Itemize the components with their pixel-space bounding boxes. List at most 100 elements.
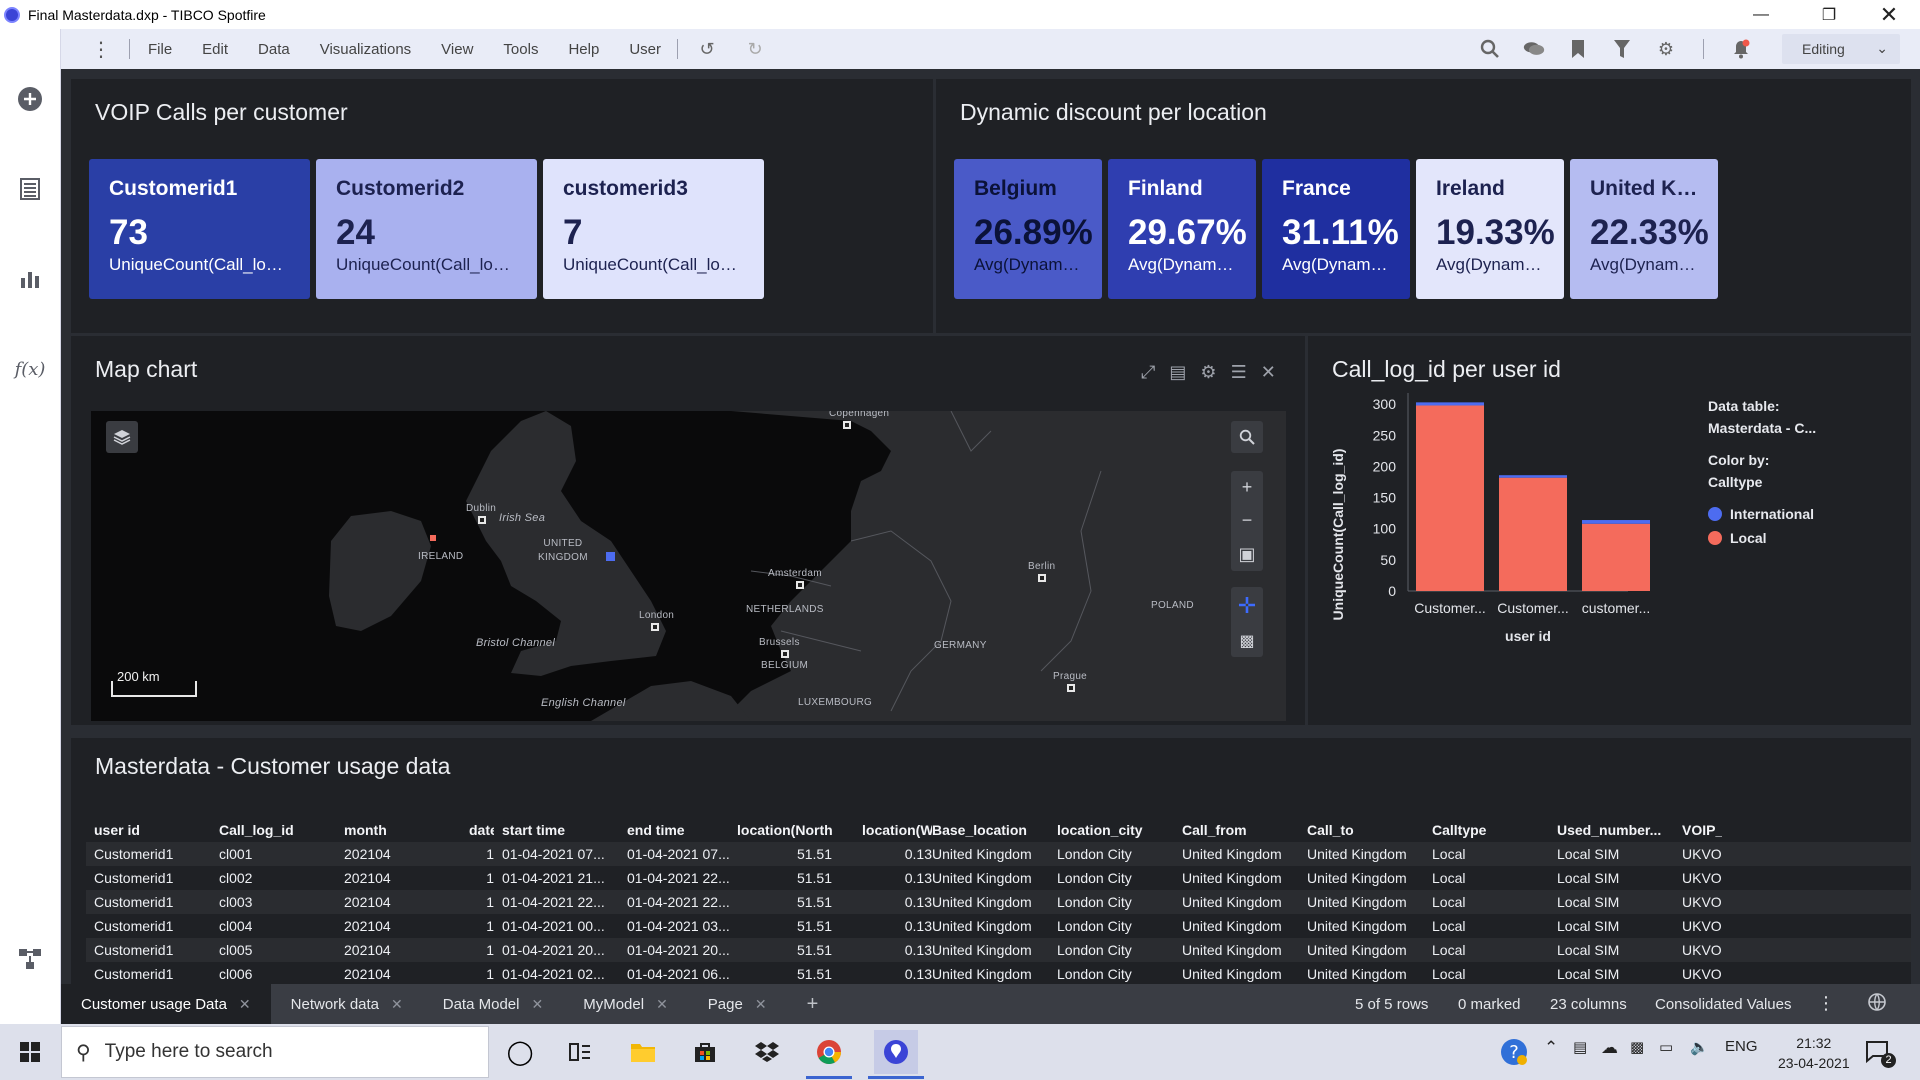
menu-user[interactable]: User [629, 41, 661, 58]
column-header[interactable]: Calltype [1432, 822, 1552, 838]
close-tab-icon[interactable]: ✕ [391, 996, 403, 1013]
menu-visualizations[interactable]: Visualizations [320, 41, 411, 58]
taskbar-search-box[interactable]: ⚲ Type here to search [61, 1026, 489, 1078]
table-header-row[interactable]: user id Call_log_id month date start time end… [86, 818, 1911, 842]
table-row[interactable]: Customerid1 cl005 202104 1 01-04-2021 20... 0… [86, 938, 1911, 962]
menu-view[interactable]: View [441, 41, 473, 58]
legend-list-icon[interactable]: ☰ [1231, 362, 1247, 383]
clock[interactable]: 21:32 23-04-2021 [1778, 1033, 1850, 1073]
device-icon[interactable]: ▤ [1573, 1038, 1587, 1056]
cortana-icon[interactable]: ◯ [504, 1036, 536, 1068]
redo-icon[interactable]: ↻ [744, 38, 766, 60]
add-data-icon[interactable] [16, 85, 44, 113]
spotfire-taskbar-icon[interactable] [874, 1030, 918, 1074]
map-canvas[interactable]: + − ▣ ✛ ▩ Copenhagen Dublin Irish Sea IR… [91, 411, 1286, 721]
table-row[interactable]: Customerid1 cl006 202104 1 01-04-2021 02... 0… [86, 962, 1911, 984]
windows-start-icon[interactable] [14, 1036, 46, 1068]
column-header[interactable]: location_city [1057, 822, 1177, 838]
menu-help[interactable]: Help [568, 41, 599, 58]
page-tab[interactable]: MyModel ✕ [563, 984, 688, 1024]
column-header[interactable]: location(West) [862, 822, 932, 838]
table-row[interactable]: Customerid1 cl001 202104 1 01-04-2021 07... 0… [86, 842, 1911, 866]
task-view-icon[interactable] [564, 1036, 596, 1068]
globe-icon[interactable] [1867, 992, 1887, 1016]
map-chart-panel[interactable]: Map chart ⤢ ▤ ⚙ ☰ ✕ + − ▣ ✛ ▩ Copenhagen… [71, 336, 1305, 725]
map-data-point-local[interactable] [430, 535, 436, 541]
column-header[interactable]: VOIP_ [1682, 822, 1722, 838]
menu-file[interactable]: File [148, 41, 172, 58]
action-center-icon[interactable]: 2 [1862, 1036, 1896, 1068]
legend-item-international[interactable]: International [1708, 506, 1816, 522]
menu-tools[interactable]: Tools [503, 41, 538, 58]
data-table[interactable]: user id Call_log_id month date start time end… [86, 818, 1911, 984]
data-flow-icon[interactable] [16, 945, 44, 973]
pan-tool-icon[interactable]: ✛ [1238, 593, 1256, 619]
bar-segment-international[interactable] [1499, 475, 1567, 478]
map-data-point-international[interactable] [606, 552, 615, 561]
bar-chart-panel[interactable]: Call_log_id per user id 0 50 100 150 200 250 3… [1308, 336, 1911, 725]
filter-icon[interactable] [1611, 38, 1633, 60]
menu-edit[interactable]: Edit [202, 41, 228, 58]
more-menu-icon[interactable]: ⋮ [91, 37, 111, 62]
column-header[interactable]: user id [94, 822, 214, 838]
column-header[interactable]: Used_number... [1557, 822, 1677, 838]
help-tips-icon[interactable]: ? [1498, 1036, 1530, 1068]
bar-segment-local[interactable] [1499, 477, 1567, 591]
page-tab[interactable]: Customer usage Data ✕ [61, 984, 271, 1024]
kpi-tile[interactable]: customerid3 7 UniqueCount(Call_log_id) [543, 159, 764, 299]
close-tab-icon[interactable]: ✕ [239, 996, 251, 1013]
minimize-icon[interactable]: — [1738, 0, 1784, 29]
close-tab-icon[interactable]: ✕ [656, 996, 668, 1013]
page-tab[interactable]: Page ✕ [688, 984, 787, 1024]
close-visualization-icon[interactable]: ✕ [1261, 362, 1276, 383]
table-row[interactable]: Customerid1 cl004 202104 1 01-04-2021 00... 0… [86, 914, 1911, 938]
column-header[interactable]: Call_to [1307, 822, 1427, 838]
bar-segment-local[interactable] [1582, 523, 1650, 591]
maximize-icon[interactable]: ⤢ [1141, 362, 1155, 383]
editing-mode-dropdown[interactable]: Editing ⌄ [1782, 34, 1900, 64]
settings-gear-icon[interactable]: ⚙ [1655, 38, 1677, 60]
collaboration-icon[interactable] [1523, 38, 1545, 60]
close-tab-icon[interactable]: ✕ [531, 996, 543, 1013]
column-header[interactable]: start time [502, 822, 622, 838]
search-icon[interactable] [1479, 38, 1501, 60]
legend-item-local[interactable]: Local [1708, 530, 1816, 546]
menu-data[interactable]: Data [258, 41, 290, 58]
dropbox-icon[interactable] [751, 1036, 783, 1068]
column-header[interactable]: Call_log_id [219, 822, 339, 838]
column-header[interactable]: location(North) [737, 822, 832, 838]
marking-tool-icon[interactable]: ▩ [1239, 631, 1254, 651]
data-canvas-icon[interactable] [16, 175, 44, 203]
legend-color-value[interactable]: Calltype [1708, 474, 1816, 490]
battery-icon[interactable]: ▭ [1659, 1038, 1673, 1056]
add-page-icon[interactable]: + [787, 984, 839, 1024]
restore-icon[interactable]: ❐ [1806, 0, 1852, 29]
page-tab[interactable]: Data Model ✕ [423, 984, 563, 1024]
file-explorer-icon[interactable] [627, 1036, 659, 1068]
panel-settings-icon[interactable]: ⚙ [1200, 362, 1216, 383]
data-table-icon[interactable]: ▤ [1169, 362, 1186, 383]
undo-icon[interactable]: ↺ [696, 38, 718, 60]
store-icon[interactable] [689, 1036, 721, 1068]
kpi-tile[interactable]: Customerid2 24 UniqueCount(Call_log_id) [316, 159, 537, 299]
close-tab-icon[interactable]: ✕ [755, 996, 767, 1013]
show-hidden-icons-icon[interactable]: ⌃ [1544, 1038, 1558, 1058]
onedrive-icon[interactable]: ☁ [1601, 1038, 1618, 1058]
zoom-to-fit-icon[interactable]: ▣ [1238, 544, 1255, 565]
values-status[interactable]: Consolidated Values [1655, 996, 1791, 1013]
kpi-tile[interactable]: Finland 29.67% Avg(Dynamic Dis... [1108, 159, 1256, 299]
map-layers-icon[interactable] [106, 421, 138, 453]
column-header[interactable]: month [344, 822, 404, 838]
more-options-icon[interactable]: ⋮ [1817, 993, 1835, 1014]
column-header[interactable]: Call_from [1182, 822, 1302, 838]
voip-kpi-panel[interactable]: VOIP Calls per customer Customerid1 73 Uni… [71, 79, 933, 333]
kpi-tile[interactable]: France 31.11% Avg(Dynamic Dis... [1262, 159, 1410, 299]
column-header[interactable]: Base_location [932, 822, 1052, 838]
expression-fx-icon[interactable]: f(x) [15, 355, 46, 383]
bar-segment-international[interactable] [1416, 402, 1484, 406]
language-indicator[interactable]: ENG [1725, 1038, 1758, 1055]
bar-segment-local[interactable] [1416, 405, 1484, 591]
zoom-out-icon[interactable]: − [1242, 510, 1253, 531]
visualization-types-icon[interactable] [16, 265, 44, 293]
chrome-icon[interactable] [813, 1036, 845, 1068]
